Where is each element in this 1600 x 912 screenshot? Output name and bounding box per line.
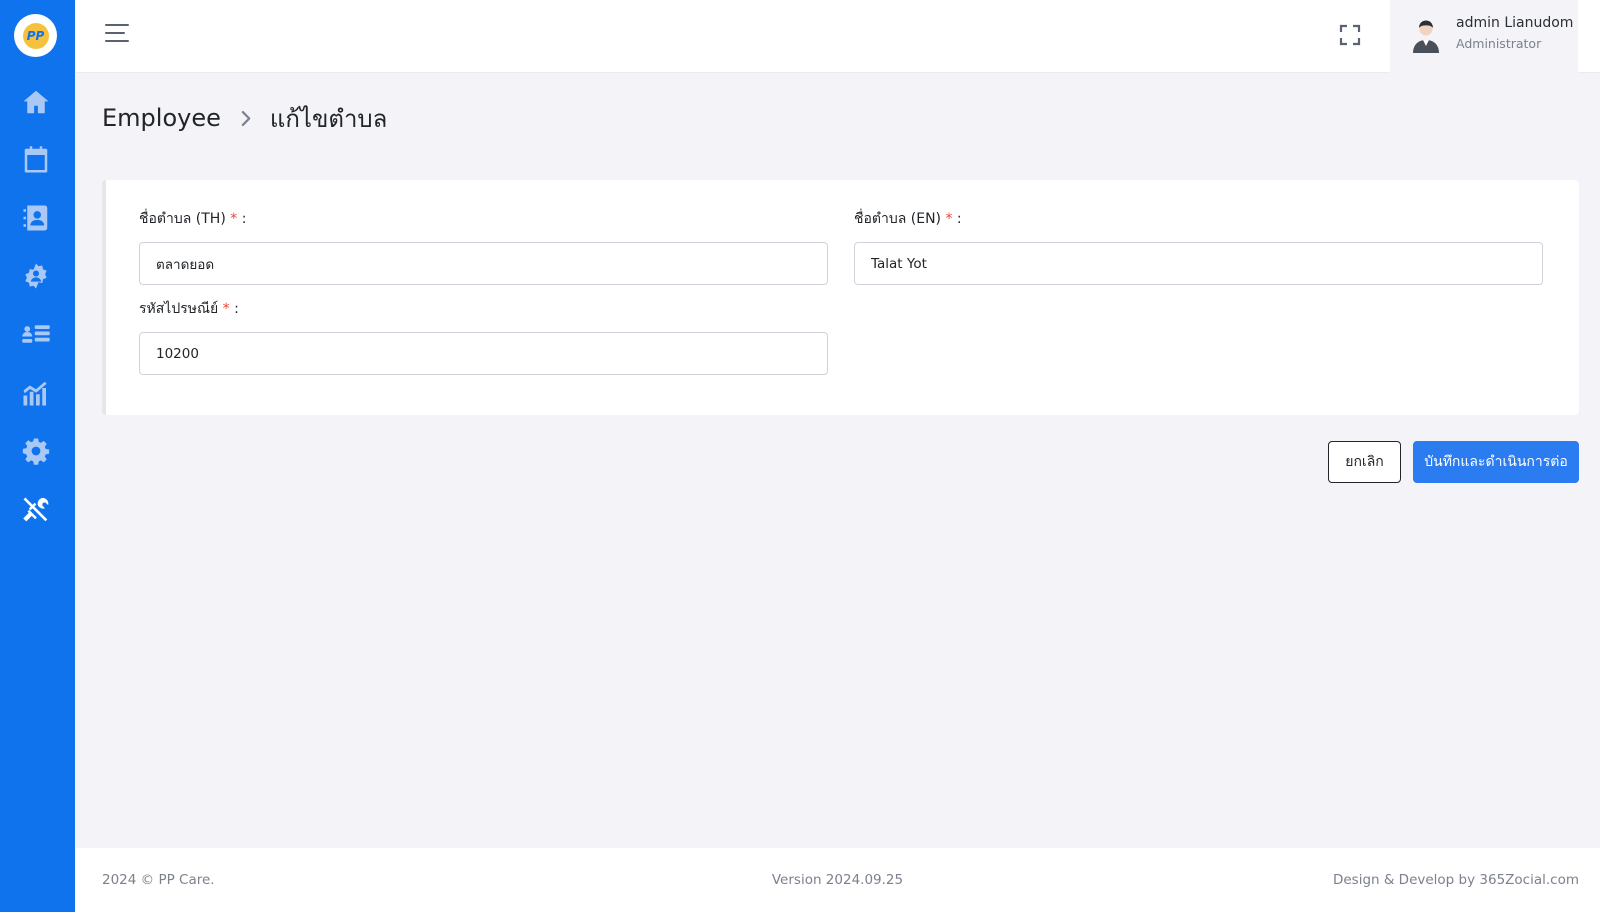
postal-code-label: รหัสไปรษณีย์ * : <box>139 301 239 317</box>
footer: 2024 © PP Care. Version 2024.09.25 Desig… <box>75 848 1600 912</box>
user-role: Administrator <box>1456 36 1542 51</box>
field-postal-code: รหัสไปรษณีย์ * : <box>139 298 828 375</box>
form-card: ชื่อตำบล (TH) * : ชื่อตำบล (EN) * : รหัส… <box>102 180 1579 415</box>
calendar-dollar-icon <box>24 146 48 173</box>
tools-icon <box>23 497 49 522</box>
sidebar-item-payroll[interactable] <box>16 140 56 180</box>
footer-credit[interactable]: Design & Develop by 365Zocial.com <box>1333 872 1579 888</box>
user-menu[interactable]: admin Lianudom Administrator <box>1390 0 1578 73</box>
list-users-icon <box>22 325 50 343</box>
team-gear-icon <box>25 263 47 289</box>
hamburger-icon <box>105 24 129 26</box>
chart-growth-icon <box>23 381 47 406</box>
save-continue-button[interactable]: บันทึกและดำเนินการต่อ <box>1413 441 1579 483</box>
fullscreen-icon <box>1339 24 1361 46</box>
sidebar-item-reports[interactable] <box>16 373 56 413</box>
gear-icon <box>22 438 50 465</box>
name-th-input[interactable] <box>139 242 828 285</box>
field-name-en: ชื่อตำบล (EN) * : <box>854 208 1543 285</box>
name-en-input[interactable] <box>854 242 1543 285</box>
cancel-button[interactable]: ยกเลิก <box>1328 441 1401 483</box>
avatar <box>1413 20 1439 53</box>
user-name: admin Lianudom <box>1456 15 1574 31</box>
breadcrumb: Employee แก้ไขตำบล <box>102 100 387 136</box>
chevron-right-icon <box>241 110 252 127</box>
name-th-label: ชื่อตำบล (TH) * : <box>139 211 247 227</box>
sidebar-item-team[interactable] <box>16 256 56 296</box>
page-title: แก้ไขตำบล <box>269 104 388 133</box>
field-name-th: ชื่อตำบล (TH) * : <box>139 208 828 285</box>
sidebar-item-home[interactable] <box>16 82 56 122</box>
app-logo[interactable]: PP <box>14 14 57 57</box>
home-icon <box>23 90 49 114</box>
sidebar-item-settings[interactable] <box>16 431 56 471</box>
postal-code-input[interactable] <box>139 332 828 375</box>
breadcrumb-parent[interactable]: Employee <box>102 104 221 132</box>
fullscreen-button[interactable] <box>1339 24 1361 46</box>
top-header: admin Lianudom Administrator <box>75 0 1600 73</box>
sidebar-item-contacts[interactable] <box>16 198 56 238</box>
contact-book-icon <box>23 205 48 231</box>
sidebar: PP <box>0 0 75 912</box>
required-mark: * <box>222 301 230 317</box>
logo-mark: PP <box>22 22 49 49</box>
menu-toggle-button[interactable] <box>105 24 129 46</box>
sidebar-item-employees[interactable] <box>16 314 56 354</box>
sidebar-item-tools[interactable] <box>16 490 56 530</box>
name-en-label: ชื่อตำบล (EN) * : <box>854 211 962 227</box>
